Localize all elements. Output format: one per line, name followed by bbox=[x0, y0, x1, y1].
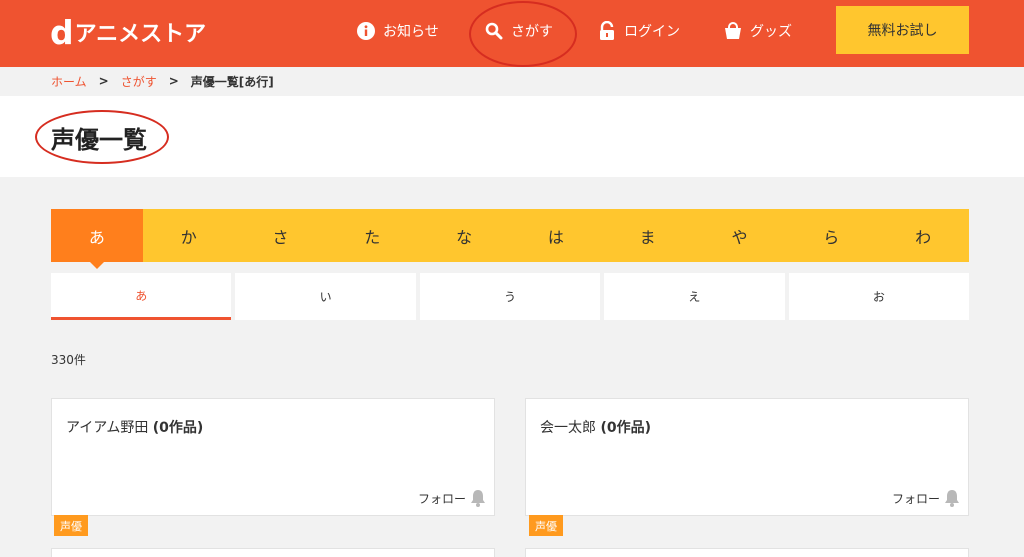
search-icon bbox=[485, 22, 503, 40]
works-count: (0作品) bbox=[600, 420, 651, 436]
kana-tab-bar: あ か さ た な は ま や ら わ bbox=[51, 209, 969, 269]
works-count: (0作品) bbox=[152, 420, 204, 436]
breadcrumb-separator: > bbox=[98, 74, 109, 88]
sub-tab-a[interactable]: あ bbox=[51, 273, 232, 320]
kana-tab-na[interactable]: な bbox=[418, 209, 510, 262]
nav-goods-label: グッズ bbox=[750, 24, 792, 40]
voice-actor-name-text: 会一太郎 bbox=[540, 420, 596, 436]
shopping-bag-icon bbox=[724, 22, 742, 40]
voice-actor-card-partial[interactable] bbox=[51, 548, 495, 557]
logo-d-mark: d bbox=[50, 12, 74, 52]
voice-actor-card[interactable]: 会一太郎 (0作品) フォロー bbox=[525, 398, 969, 516]
logo-text: アニメストア bbox=[74, 22, 207, 47]
kana-tab-ra[interactable]: ら bbox=[785, 209, 877, 262]
nav-search-label: さがす bbox=[511, 24, 553, 40]
role-tag: 声優 bbox=[54, 515, 88, 536]
title-band bbox=[0, 96, 1024, 177]
brand-logo[interactable]: d アニメストア bbox=[50, 14, 206, 50]
result-count: 330件 bbox=[51, 353, 86, 367]
role-tag: 声優 bbox=[529, 515, 563, 536]
follow-button[interactable]: フォロー bbox=[418, 489, 486, 507]
free-trial-button[interactable]: 無料お試し bbox=[836, 6, 969, 54]
voice-actor-card-partial[interactable] bbox=[525, 548, 969, 557]
sub-tab-i[interactable]: い bbox=[235, 273, 416, 320]
sub-tab-o[interactable]: お bbox=[788, 273, 970, 320]
breadcrumb-home-link[interactable]: ホーム bbox=[51, 73, 87, 90]
page-title: 声優一覧 bbox=[51, 126, 147, 154]
kana-tab-a[interactable]: あ bbox=[51, 209, 143, 269]
info-icon bbox=[357, 22, 375, 40]
kana-tab-ta[interactable]: た bbox=[326, 209, 418, 262]
kana-tab-ha[interactable]: は bbox=[510, 209, 602, 262]
sub-tab-e[interactable]: え bbox=[604, 273, 785, 320]
voice-actor-name[interactable]: 会一太郎 (0作品) bbox=[540, 417, 651, 437]
breadcrumb: ホーム > さがす > 声優一覧[あ行] bbox=[51, 71, 274, 91]
follow-label: フォロー bbox=[891, 491, 940, 506]
breadcrumb-search-link[interactable]: さがす bbox=[121, 73, 157, 90]
lock-icon bbox=[598, 21, 616, 41]
header-bar: d アニメストア お知らせ さがす ログイン グッズ 無料お試し bbox=[0, 0, 1024, 67]
nav-goods[interactable]: グッズ bbox=[724, 18, 792, 44]
nav-login-label: ログイン bbox=[624, 24, 680, 40]
follow-label: フォロー bbox=[417, 491, 466, 506]
nav-news-label: お知らせ bbox=[383, 24, 439, 40]
bell-icon bbox=[470, 489, 486, 507]
breadcrumb-separator: > bbox=[168, 74, 179, 88]
voice-actor-card[interactable]: アイアム野田 (0作品) フォロー bbox=[51, 398, 495, 516]
kana-tab-sa[interactable]: さ bbox=[235, 209, 327, 262]
breadcrumb-current: 声優一覧[あ行] bbox=[190, 74, 274, 89]
bell-icon bbox=[944, 489, 960, 507]
nav-login[interactable]: ログイン bbox=[598, 18, 680, 44]
nav-news[interactable]: お知らせ bbox=[357, 18, 439, 44]
voice-actor-name-text: アイアム野田 bbox=[66, 420, 149, 436]
kana-tab-ya[interactable]: や bbox=[694, 209, 786, 262]
voice-actor-name[interactable]: アイアム野田 (0作品) bbox=[66, 417, 203, 437]
kana-tab-ma[interactable]: ま bbox=[602, 209, 694, 262]
follow-button[interactable]: フォロー bbox=[892, 489, 960, 507]
sub-tab-u[interactable]: う bbox=[419, 273, 601, 320]
kana-tab-wa[interactable]: わ bbox=[877, 209, 969, 262]
kana-tab-ka[interactable]: か bbox=[143, 209, 235, 262]
sub-kana-tab-bar: あ い う え お bbox=[51, 273, 970, 320]
nav-search[interactable]: さがす bbox=[485, 18, 553, 44]
